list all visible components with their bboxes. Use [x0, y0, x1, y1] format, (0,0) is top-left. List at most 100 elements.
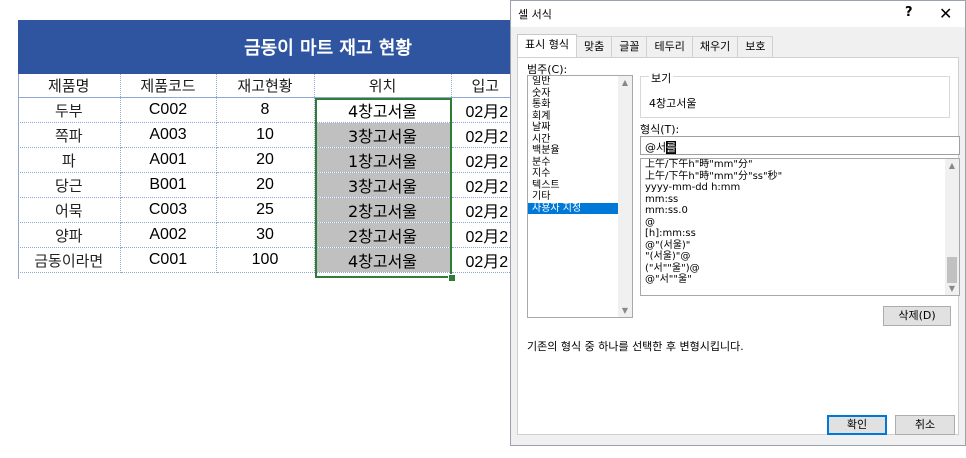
cell-code[interactable]: A001: [120, 147, 217, 173]
preview-value: 4창고서울: [649, 97, 697, 110]
format-item[interactable]: [h]:mm:ss: [641, 228, 959, 240]
cell-code[interactable]: A002: [120, 222, 217, 248]
format-item[interactable]: mm:ss.0: [641, 205, 959, 217]
cell-date[interactable]: 02月2: [451, 197, 512, 223]
category-scrollbar[interactable]: ▲ ▼: [618, 76, 632, 317]
cell-name[interactable]: 어묵: [18, 197, 121, 223]
header-cell-date[interactable]: 입고: [451, 74, 512, 98]
cell-qty[interactable]: 20: [216, 147, 315, 173]
cell-date[interactable]: 02月2: [451, 122, 512, 148]
cell-date[interactable]: 02月2: [451, 222, 512, 248]
cell-qty[interactable]: 25: [216, 197, 315, 223]
table-row: 쪽파 A003 10 3창고서울 02月2: [18, 122, 512, 148]
format-item[interactable]: 上午/下午h"時"mm"分": [641, 159, 959, 171]
category-item[interactable]: 기타: [528, 191, 632, 203]
cell-code[interactable]: A003: [120, 122, 217, 148]
category-item[interactable]: 회계: [528, 111, 632, 123]
cell-qty[interactable]: 8: [216, 97, 315, 123]
sheet-title-banner[interactable]: 금동이 마트 재고 현황: [18, 20, 518, 74]
scroll-up-icon[interactable]: ▲: [618, 78, 632, 87]
format-input-cursor-char: 를: [666, 141, 677, 154]
cell-location[interactable]: 2창고서울: [314, 222, 452, 248]
format-item[interactable]: mm:ss: [641, 194, 959, 206]
category-item[interactable]: 숫자: [528, 88, 632, 100]
header-cell-name[interactable]: 제품명: [18, 74, 121, 98]
cell-name[interactable]: 당근: [18, 172, 121, 198]
cell-location[interactable]: 1창고서울: [314, 147, 452, 173]
tab-number-format[interactable]: 표시 형식: [517, 34, 577, 57]
preview-group: 보기 4창고서울: [640, 70, 950, 118]
category-item[interactable]: 시간: [528, 134, 632, 146]
format-item[interactable]: ("서""울")@: [641, 263, 959, 275]
cell-location[interactable]: 3창고서울: [314, 122, 452, 148]
dialog-title: 셀 서식: [518, 8, 552, 21]
dialog-tabs: 표시 형식 맞춤 글꼴 테두리 채우기 보호: [517, 34, 774, 57]
header-cell-location[interactable]: 위치: [314, 74, 452, 98]
cell-code[interactable]: C003: [120, 197, 217, 223]
ok-button[interactable]: 확인: [827, 415, 887, 435]
cell-location[interactable]: 4창고서울: [314, 247, 452, 273]
category-item-selected[interactable]: 사용자 지정: [528, 202, 632, 214]
dialog-titlebar[interactable]: 셀 서식 ? ✕: [511, 1, 965, 27]
cell-location[interactable]: 3창고서울: [314, 172, 452, 198]
number-format-panel: 범주(C): 일반 숫자 통화 회계 날짜 시간 백분율 분수 지수 텍스트 기…: [517, 57, 960, 435]
tab-fill[interactable]: 채우기: [691, 36, 739, 57]
scroll-up-icon[interactable]: ▲: [945, 161, 959, 170]
tab-font[interactable]: 글꼴: [611, 36, 648, 57]
cancel-button[interactable]: 취소: [895, 415, 955, 435]
cell-date[interactable]: 02月2: [451, 97, 512, 123]
cell-qty[interactable]: 20: [216, 172, 315, 198]
cell-name[interactable]: 두부: [18, 97, 121, 123]
cell-qty[interactable]: 10: [216, 122, 315, 148]
cell-name[interactable]: 파: [18, 147, 121, 173]
format-type-list[interactable]: 上午/下午h"時"mm"分" 上午/下午h"時"mm"分"ss"秒" yyyy-…: [640, 158, 960, 296]
scroll-thumb[interactable]: [947, 257, 957, 283]
format-item[interactable]: yyyy-mm-dd h:mm: [641, 182, 959, 194]
category-item[interactable]: 통화: [528, 99, 632, 111]
format-item[interactable]: @"서""울": [641, 274, 959, 286]
tab-alignment[interactable]: 맞춤: [575, 36, 613, 57]
close-button[interactable]: ✕: [939, 4, 952, 23]
cell-qty[interactable]: 100: [216, 247, 315, 273]
category-list[interactable]: 일반 숫자 통화 회계 날짜 시간 백분율 분수 지수 텍스트 기타 사용자 지…: [527, 75, 633, 318]
format-cells-dialog: 셀 서식 ? ✕ 표시 형식 맞춤 글꼴 테두리 채우기 보호 범주(C): 일…: [510, 0, 966, 446]
cell-location[interactable]: 2창고서울: [314, 197, 452, 223]
scroll-down-icon[interactable]: ▼: [945, 284, 959, 293]
category-item[interactable]: 백분율: [528, 145, 632, 157]
category-item[interactable]: 분수: [528, 157, 632, 169]
category-item[interactable]: 날짜: [528, 122, 632, 134]
category-item[interactable]: 텍스트: [528, 180, 632, 192]
cell-code[interactable]: B001: [120, 172, 217, 198]
cell-code[interactable]: C001: [120, 247, 217, 273]
format-scrollbar[interactable]: ▲ ▼: [945, 159, 959, 295]
cell-qty[interactable]: 30: [216, 222, 315, 248]
cell-date[interactable]: 02月2: [451, 147, 512, 173]
cell-name[interactable]: 쪽파: [18, 122, 121, 148]
cell-date[interactable]: 02月2: [451, 172, 512, 198]
inventory-table: 제품명 제품코드 재고현황 위치 입고 두부 C002 8 4창고서울 02月2…: [18, 74, 512, 273]
cell-code[interactable]: C002: [120, 97, 217, 123]
category-item[interactable]: 일반: [528, 76, 632, 88]
cell-date[interactable]: 02月2: [451, 247, 512, 273]
cell-name[interactable]: 양파: [18, 222, 121, 248]
tab-protection[interactable]: 보호: [737, 36, 774, 57]
help-button[interactable]: ?: [905, 5, 913, 20]
delete-button[interactable]: 삭제(D): [883, 306, 951, 326]
fill-handle[interactable]: [448, 274, 456, 282]
format-item[interactable]: 上午/下午h"時"mm"分"ss"秒": [641, 171, 959, 183]
format-item[interactable]: @: [641, 217, 959, 229]
table-row: 두부 C002 8 4창고서울 02月2: [18, 97, 512, 123]
table-row: 파 A001 20 1창고서울 02月2: [18, 147, 512, 173]
cell-name[interactable]: 금동이라면: [18, 247, 121, 273]
format-type-input[interactable]: @서를: [640, 136, 960, 155]
format-item[interactable]: @"(서울)": [641, 240, 959, 252]
format-item[interactable]: "(서울)"@: [641, 251, 959, 263]
table-row: 양파 A002 30 2창고서울 02月2: [18, 222, 512, 248]
header-cell-code[interactable]: 제품코드: [120, 74, 217, 98]
table-row: 금동이라면 C001 100 4창고서울 02月2: [18, 247, 512, 273]
scroll-down-icon[interactable]: ▼: [618, 306, 632, 315]
header-cell-stock[interactable]: 재고현황: [216, 74, 315, 98]
cell-location[interactable]: 4창고서울: [314, 97, 452, 123]
category-item[interactable]: 지수: [528, 168, 632, 180]
tab-border[interactable]: 테두리: [646, 36, 693, 57]
